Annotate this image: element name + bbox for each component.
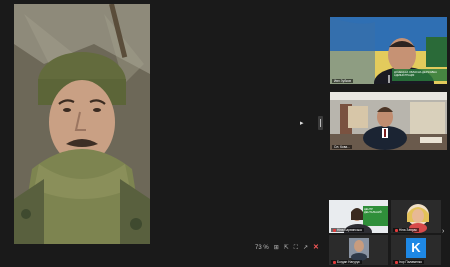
chevron-right-icon[interactable]: ▸ xyxy=(300,120,304,128)
mic-muted-icon xyxy=(333,260,336,264)
fullscreen-icon[interactable]: ⛶ xyxy=(294,243,298,253)
panel-resize-handle[interactable] xyxy=(318,116,323,130)
share-icon[interactable]: ↗ xyxy=(303,243,308,253)
participant-middle-image xyxy=(330,92,447,150)
participant-name-label: Ол. Кова... xyxy=(332,145,352,149)
participant-thumb-1[interactable]: ЦЕНТР ДЕНТАЛЬНИЙ Ніна Барвинська xyxy=(329,200,388,233)
participant-name-label: Ніна Барвинська xyxy=(331,228,364,232)
participant-name-label: Ігор Паламенко xyxy=(393,260,425,264)
participant-tile-top[interactable]: Ивл Зубков ДОНЕЦЬКА ОБЛАСНА ДЕРЖАВНА АДМ… xyxy=(330,17,447,84)
participant-banner-text: ДОНЕЦЬКА ОБЛАСНА ДЕРЖАВНА АДМІНІСТРАЦІЯ xyxy=(394,71,437,77)
participant-thumb-2[interactable]: Ніна Запрас xyxy=(391,200,441,233)
video-toolbar: 73 % ⊞ ⇱ ⛶ ↗ ✕ xyxy=(255,243,319,253)
participant-banner-text: ЦЕНТР ДЕНТАЛЬНИЙ xyxy=(364,208,382,214)
main-speaker-image xyxy=(14,4,150,244)
participant-name-label: Богдан Нагурук xyxy=(331,260,362,264)
participant-name-label: Ивл Зубков xyxy=(332,79,353,83)
mic-muted-icon xyxy=(395,228,398,232)
mic-muted-icon xyxy=(395,260,398,264)
participant-name-label: Ніна Запрас xyxy=(393,228,419,232)
participant-thumb-3[interactable]: Богдан Нагурук xyxy=(329,235,388,265)
close-icon[interactable]: ✕ xyxy=(313,243,319,253)
mic-muted-icon xyxy=(333,228,336,232)
participant-thumb-4[interactable]: K Ігор Паламенко xyxy=(391,235,441,265)
participant-tile-middle[interactable]: Ол. Кова... xyxy=(330,92,447,150)
popout-icon[interactable]: ⇱ xyxy=(284,243,289,253)
chevron-right-icon[interactable]: › xyxy=(442,228,444,235)
zoom-level[interactable]: 73 % xyxy=(255,243,269,253)
grid-view-icon[interactable]: ⊞ xyxy=(274,243,279,253)
main-video-tile[interactable] xyxy=(14,4,150,244)
participant-avatar-letter: K xyxy=(406,238,426,258)
